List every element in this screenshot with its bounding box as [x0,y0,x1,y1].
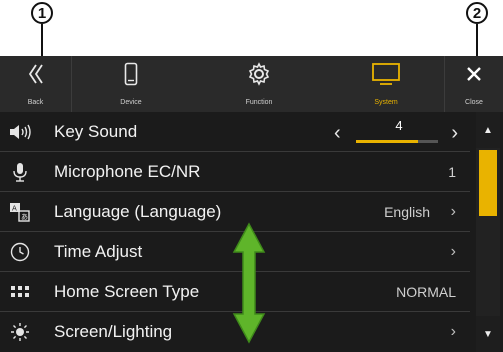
system-tab[interactable]: System [328,56,444,112]
device-label: Device [120,99,142,106]
clock-icon [0,242,40,262]
setting-value: 1 [448,163,456,180]
setting-label: Time Adjust [54,241,143,261]
callout-1-line [41,24,43,58]
svg-text:あ: あ [21,213,28,221]
back-label: Back [27,99,44,106]
device-tab[interactable]: Device [72,56,190,112]
double-chevron-left-icon [0,62,71,86]
grid-icon [0,285,40,298]
key-sound-selector: ‹ 4 › [334,116,464,148]
system-settings-screen: Back Device Function System Close Key So… [0,56,503,352]
function-tab[interactable]: Function [190,56,328,112]
chevron-right-icon: › [450,202,456,220]
speaker-icon [0,123,40,141]
scroll-down-button[interactable]: ▼ [476,316,500,352]
scrollbar[interactable]: ▲ ▼ [476,112,500,352]
callout-2: 2 [466,2,488,24]
scroll-gesture-arrow-icon [232,222,266,344]
setting-label: Home Screen Type [54,281,200,301]
key-sound-value: 4 [395,118,403,133]
chevron-right-icon: › [450,242,456,260]
setting-value: NORMAL [396,283,456,300]
microphone-icon [0,162,40,182]
close-button[interactable]: Close [444,56,503,112]
increase-button[interactable]: › [451,122,458,145]
key-sound-level-fill [356,140,418,143]
monitor-icon [328,62,444,86]
brightness-icon [0,322,40,342]
svg-text:A: A [12,204,17,212]
phone-icon [72,62,190,86]
function-label: Function [245,99,273,106]
setting-label: Key Sound [54,121,138,141]
key-sound-level-bar [356,140,438,143]
setting-label: Microphone EC/NR [54,161,201,181]
close-icon [445,62,503,86]
setting-label: Screen/Lighting [54,322,173,341]
language-icon: Aあ [0,202,40,222]
callout-2-line [476,24,478,58]
gear-icon [190,62,328,86]
scrollbar-thumb[interactable] [479,150,497,216]
setting-value: English [384,203,430,220]
system-label: System [374,99,398,106]
setting-row-key-sound[interactable]: Key Sound ‹ 4 › [0,112,470,152]
callout-1: 1 [31,2,53,24]
setting-row-microphone[interactable]: Microphone EC/NR 1 [0,152,470,192]
back-button[interactable]: Back [0,56,72,112]
chevron-right-icon: › [450,323,456,340]
close-label: Close [465,99,483,106]
scroll-up-button[interactable]: ▲ [476,112,500,148]
top-navigation-bar: Back Device Function System Close [0,56,503,112]
setting-label: Language (Language) [54,201,222,221]
